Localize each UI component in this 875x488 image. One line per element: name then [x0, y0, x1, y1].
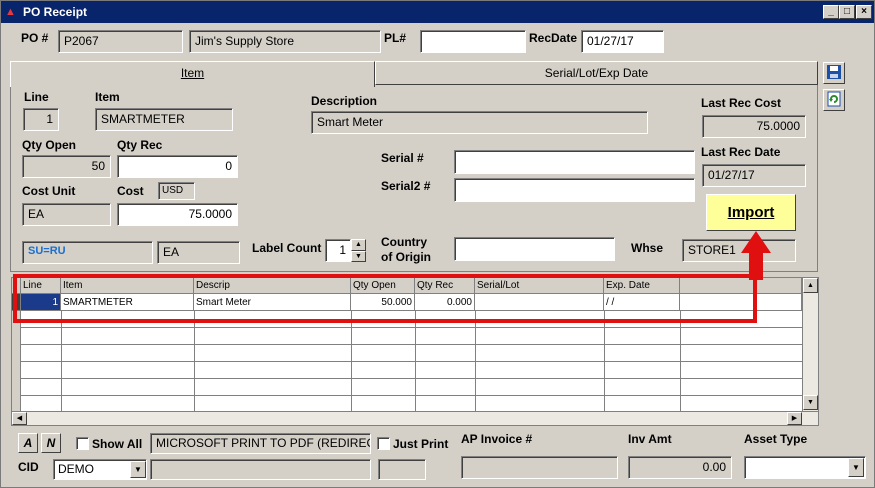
- label-count-down-button[interactable]: ▼: [351, 251, 366, 262]
- po-receipt-window: ▲ PO Receipt _ □ × PO # P2067 Jim's Supp…: [0, 0, 875, 488]
- printer-field: MICROSOFT PRINT TO PDF (REDIREC: [150, 433, 371, 454]
- currency-field: USD: [158, 182, 195, 200]
- whse-field: STORE1: [682, 239, 796, 262]
- scroll-right-button[interactable]: ▶: [787, 412, 802, 425]
- unit-field: EA: [157, 241, 240, 264]
- arrow-down-icon: ▼: [807, 399, 814, 406]
- show-all-label: Show All: [92, 437, 143, 451]
- asset-type-label: Asset Type: [744, 432, 808, 446]
- just-print-checkbox[interactable]: [377, 437, 390, 450]
- arrow-left-icon: ◀: [16, 415, 23, 422]
- description-field: Smart Meter: [311, 111, 648, 134]
- country-label-line2: of Origin: [381, 250, 431, 264]
- label-count-input[interactable]: 1: [325, 239, 351, 262]
- cost-label: Cost: [117, 184, 144, 198]
- serial2-label: Serial2 #: [381, 179, 431, 193]
- qty-rec-input[interactable]: 0: [117, 155, 238, 178]
- recdate-label: RecDate: [529, 31, 578, 45]
- recdate-input[interactable]: 01/27/17: [581, 30, 664, 53]
- col-divider: [604, 311, 605, 411]
- chevron-down-icon: ▼: [134, 465, 142, 474]
- ap-invoice-field: [461, 456, 618, 479]
- qty-open-label: Qty Open: [22, 138, 77, 152]
- arrow-right-icon: ▶: [791, 415, 798, 422]
- scroll-left-button[interactable]: ◀: [12, 412, 27, 425]
- whse-label: Whse: [631, 241, 664, 255]
- last-rec-date-field: 01/27/17: [702, 164, 806, 187]
- line-field: 1: [23, 108, 59, 131]
- line-label: Line: [24, 90, 49, 104]
- arrow-up-icon: ▲: [355, 241, 362, 248]
- refresh-button[interactable]: [823, 89, 845, 111]
- serial-label: Serial #: [381, 151, 424, 165]
- empty-row-headers: [12, 311, 21, 411]
- col-divider: [475, 311, 476, 411]
- highlight-box: [13, 274, 757, 323]
- asset-type-dropdown-button[interactable]: ▼: [848, 458, 864, 477]
- pl-input[interactable]: [420, 30, 526, 53]
- empty-grid-rows: [12, 311, 802, 411]
- cid-label: CID: [18, 460, 39, 474]
- col-divider: [680, 311, 681, 411]
- refresh-document-icon: [827, 91, 841, 107]
- cost-unit-label: Cost Unit: [22, 184, 76, 198]
- pl-label: PL#: [384, 31, 407, 45]
- description-label: Description: [311, 94, 378, 108]
- last-rec-date-label: Last Rec Date: [701, 145, 781, 159]
- cost-unit-field: EA: [22, 203, 111, 226]
- highlight-arrow-shaft: [749, 250, 763, 280]
- col-divider: [351, 311, 352, 411]
- cid-dropdown-button[interactable]: ▼: [130, 461, 146, 478]
- item-label: Item: [95, 90, 120, 104]
- save-button[interactable]: [823, 62, 845, 84]
- tab-item[interactable]: Item: [10, 61, 375, 87]
- col-divider: [61, 311, 62, 411]
- import-button[interactable]: Import: [706, 194, 796, 231]
- label-count-up-button[interactable]: ▲: [351, 239, 366, 251]
- horizontal-scrollbar[interactable]: ◀ ▶: [12, 411, 818, 425]
- last-rec-cost-label: Last Rec Cost: [701, 96, 782, 110]
- arrow-down-icon: ▼: [355, 253, 362, 260]
- country-of-origin-input[interactable]: [454, 237, 615, 261]
- close-button[interactable]: ×: [856, 5, 872, 19]
- col-divider: [415, 311, 416, 411]
- col-divider: [194, 311, 195, 411]
- vertical-scrollbar[interactable]: ▲ ▼: [802, 278, 818, 411]
- country-label-line1: Country: [381, 235, 427, 249]
- last-rec-cost-field: 75.0000: [702, 115, 806, 138]
- item-field: SMARTMETER: [95, 108, 233, 131]
- n-button[interactable]: N: [41, 433, 61, 453]
- qty-open-field: 50: [22, 155, 111, 178]
- scroll-down-button[interactable]: ▼: [803, 395, 818, 410]
- a-button[interactable]: A: [18, 433, 38, 453]
- serial-input[interactable]: [454, 150, 695, 174]
- scroll-up-button[interactable]: ▲: [803, 278, 818, 293]
- arrow-up-icon: [741, 231, 771, 253]
- inv-amt-field: 0.00: [628, 456, 732, 479]
- tab-serial-lot-exp-date[interactable]: Serial/Lot/Exp Date: [375, 61, 818, 85]
- floppy-disk-icon: [827, 65, 841, 79]
- arrow-up-icon: ▲: [807, 282, 814, 289]
- window-title: PO Receipt: [23, 5, 88, 19]
- cost-input[interactable]: 75.0000: [117, 203, 238, 226]
- cid-description-field: [150, 459, 371, 480]
- title-bar[interactable]: ▲ PO Receipt _ □ ×: [1, 1, 874, 23]
- minimize-button[interactable]: _: [823, 5, 839, 19]
- qty-rec-label: Qty Rec: [117, 138, 163, 152]
- show-all-checkbox[interactable]: [76, 437, 89, 450]
- inv-amt-label: Inv Amt: [628, 432, 672, 446]
- chevron-down-icon: ▼: [852, 463, 860, 472]
- small-readonly-field: [378, 459, 426, 480]
- ap-invoice-label: AP Invoice #: [461, 432, 533, 446]
- just-print-label: Just Print: [393, 437, 449, 451]
- po-label: PO #: [21, 31, 49, 45]
- po-number-field: P2067: [58, 30, 183, 53]
- conversion-field: SU=RU: [22, 241, 153, 264]
- label-count-label: Label Count: [252, 241, 322, 255]
- maximize-button[interactable]: □: [839, 5, 855, 19]
- serial2-input[interactable]: [454, 178, 695, 202]
- vendor-name-field: Jim's Supply Store: [189, 30, 381, 53]
- app-icon: ▲: [5, 6, 16, 18]
